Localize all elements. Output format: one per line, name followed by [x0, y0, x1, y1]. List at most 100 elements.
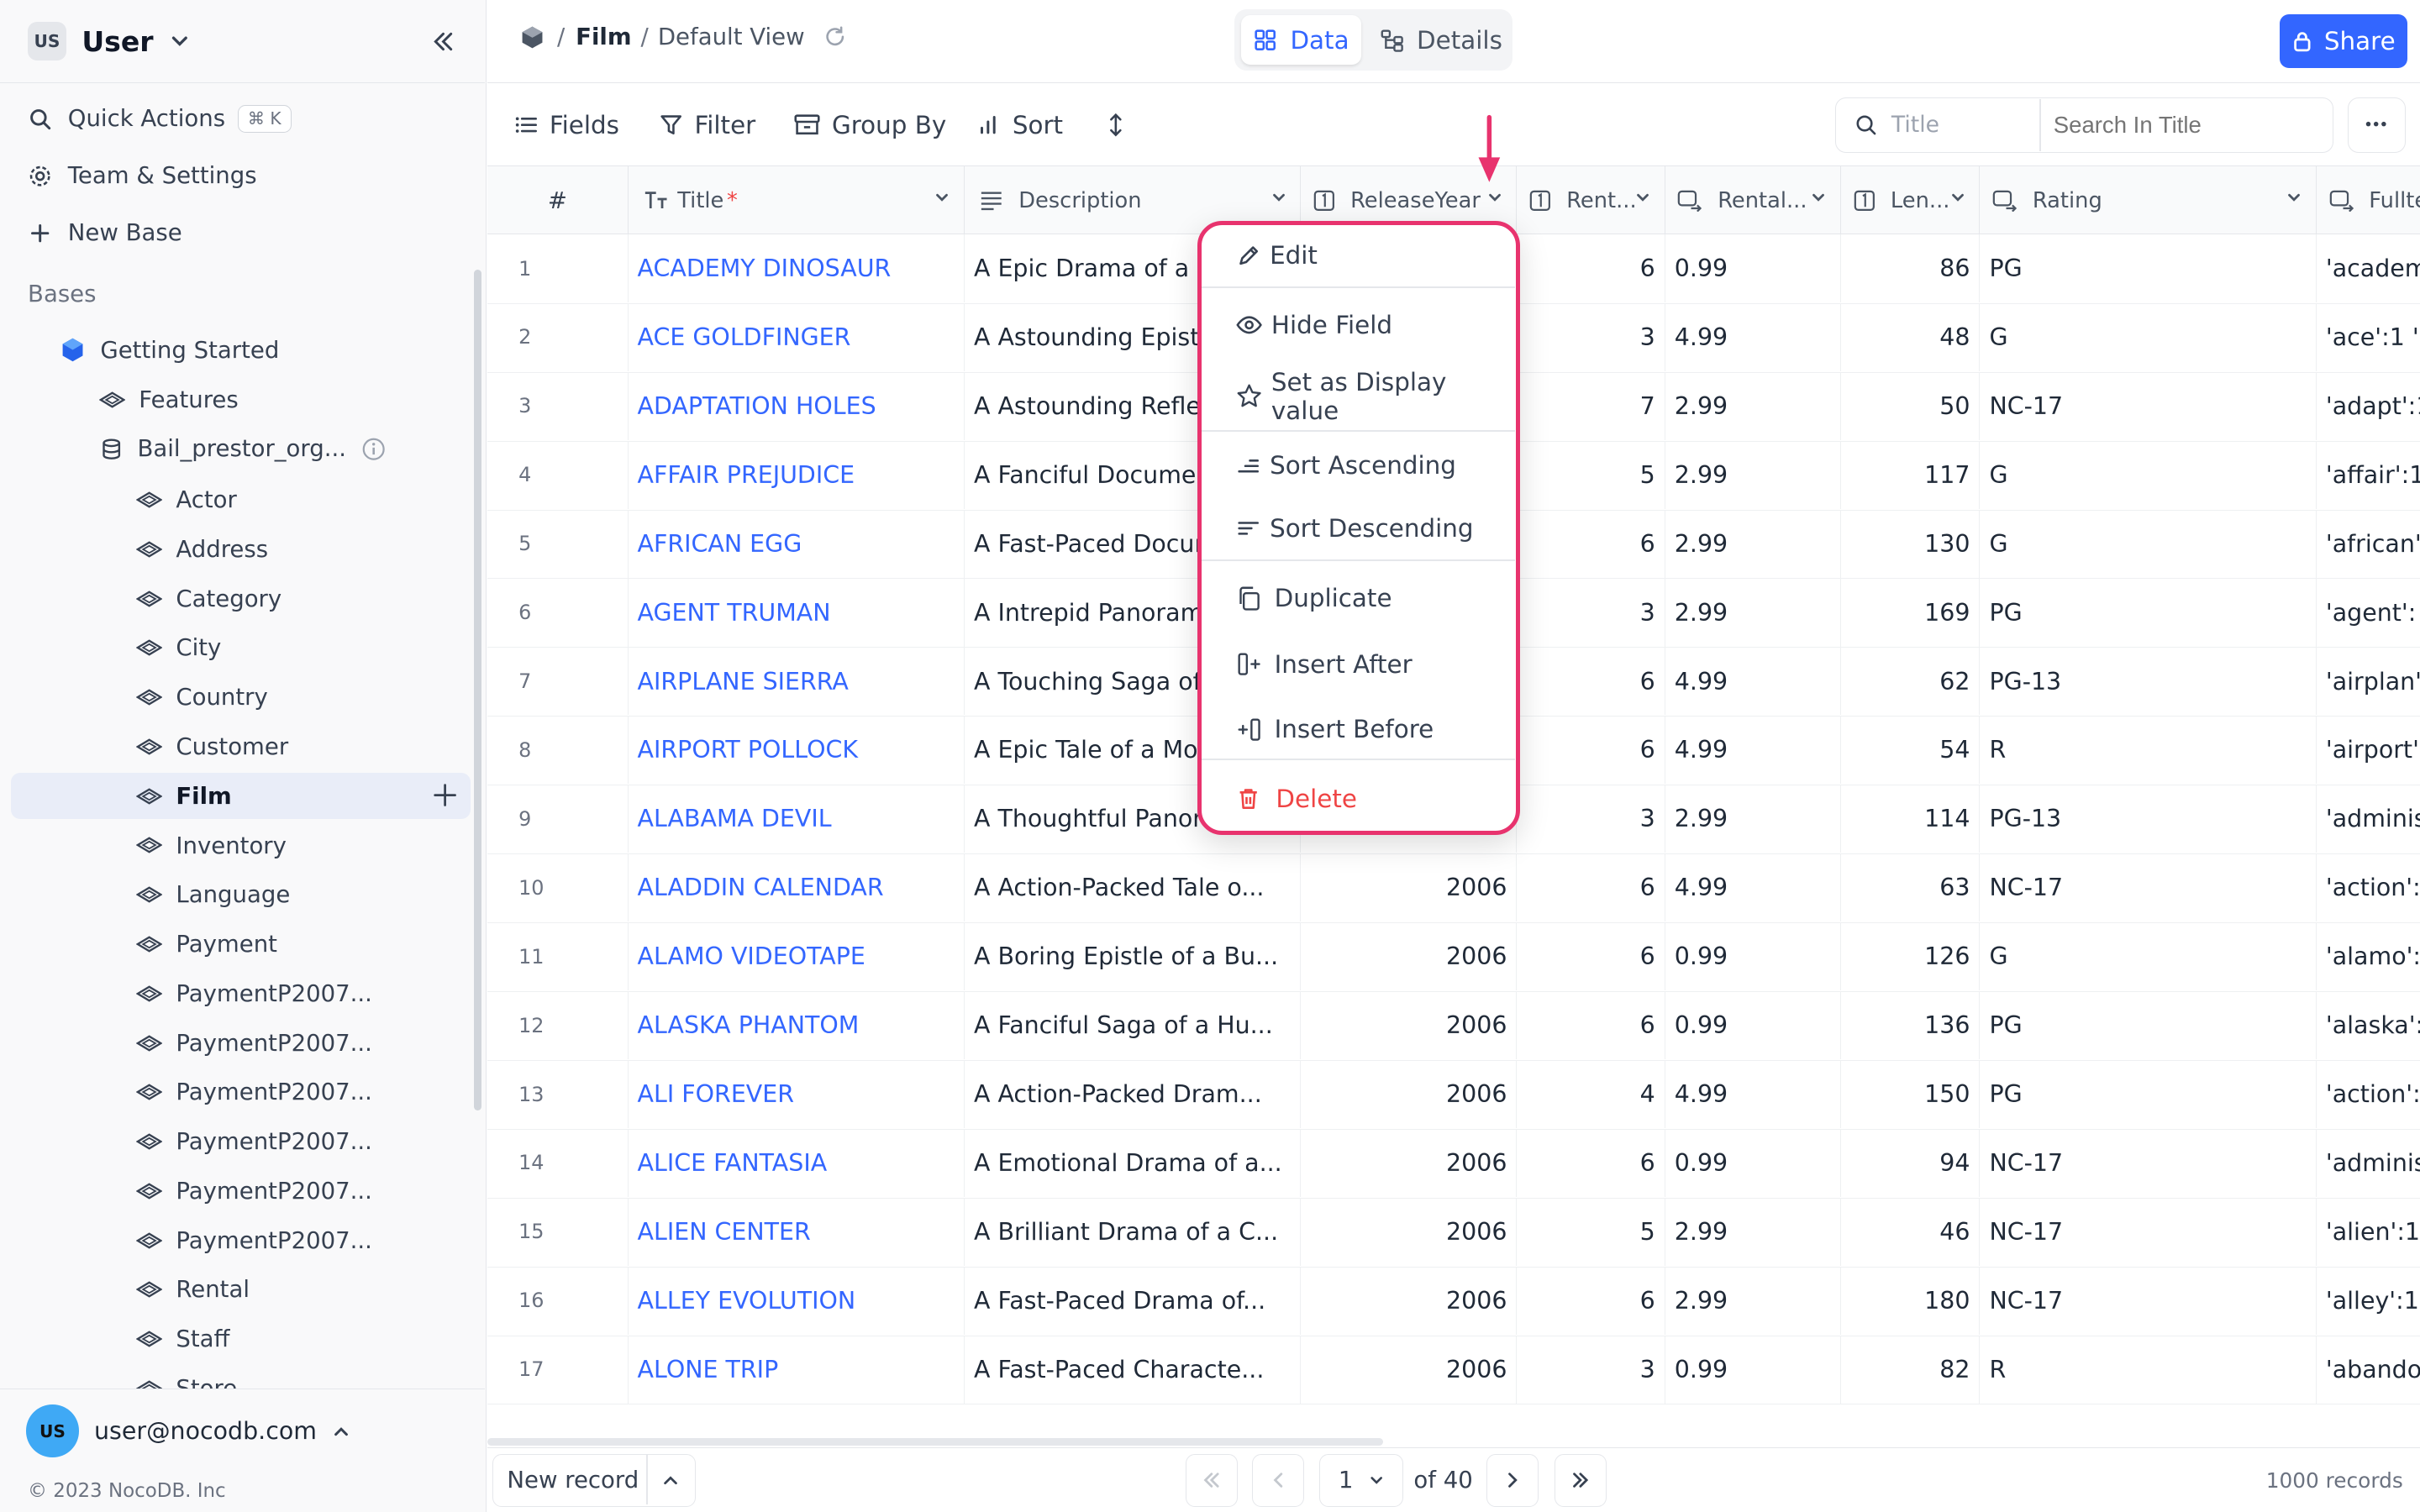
table-row[interactable]: 11 ALAMO VIDEOTAPE A Boring Epistle of a B… — [487, 922, 2420, 992]
sidebar-item-film[interactable]: Film — [135, 774, 232, 817]
releaseyear-cell[interactable]: 2006 — [1301, 1198, 1518, 1266]
fulltext-cell[interactable]: 'adapt':1 — [2317, 372, 2420, 440]
fulltext-cell[interactable]: 'ace':1 'a — [2317, 303, 2420, 371]
menu-item-hide-field[interactable]: Hide Field — [1202, 296, 1515, 354]
row-number-cell[interactable]: 13 — [487, 1060, 629, 1128]
chevron-down-icon[interactable] — [1634, 188, 1652, 207]
length-cell[interactable]: 180 — [1841, 1266, 1981, 1335]
rental-duration-cell[interactable]: 4 — [1517, 1060, 1665, 1128]
row-number-cell[interactable]: 11 — [487, 922, 629, 991]
rental-rate-cell[interactable]: 2.99 — [1665, 1266, 1842, 1335]
row-number-cell[interactable]: 14 — [487, 1129, 629, 1197]
title-cell[interactable]: ADAPTATION HOLES — [629, 372, 965, 440]
rental-rate-cell[interactable]: 2.99 — [1665, 509, 1842, 578]
first-page-button[interactable] — [1185, 1454, 1239, 1507]
length-cell[interactable]: 54 — [1841, 716, 1981, 785]
rental-duration-cell[interactable]: 6 — [1517, 991, 1665, 1060]
row-height-button[interactable] — [1105, 105, 1127, 145]
rental-rate-cell[interactable]: 0.99 — [1665, 922, 1842, 991]
rental-rate-cell[interactable]: 4.99 — [1665, 647, 1842, 716]
description-cell[interactable]: A Action-Packed Tale o... — [965, 853, 1302, 922]
rental-duration-cell[interactable]: 3 — [1517, 1335, 1665, 1404]
more-options-button[interactable] — [2347, 97, 2407, 153]
title-cell[interactable]: ALI FOREVER — [629, 1060, 965, 1128]
sidebar-item-payment[interactable]: Payment — [135, 922, 277, 965]
prev-page-button[interactable] — [1251, 1454, 1304, 1507]
length-cell[interactable]: 63 — [1841, 853, 1981, 922]
add-table-icon[interactable] — [432, 782, 458, 808]
length-cell[interactable]: 136 — [1841, 991, 1981, 1060]
chevron-down-icon[interactable] — [1486, 188, 1504, 207]
fulltext-cell[interactable]: 'adminis — [2317, 785, 2420, 853]
description-cell[interactable]: A Action-Packed Dram... — [965, 1060, 1302, 1128]
menu-item-sort-ascending[interactable]: Sort Ascending — [1202, 436, 1515, 495]
row-number-cell[interactable]: 4 — [487, 440, 629, 509]
page-select[interactable]: 1 — [1319, 1454, 1403, 1507]
row-number-cell[interactable]: 6 — [487, 578, 629, 647]
last-page-button[interactable] — [1554, 1454, 1607, 1507]
fulltext-cell[interactable]: 'alamo': — [2317, 922, 2420, 990]
chevron-down-icon[interactable] — [1270, 188, 1288, 207]
rental-rate-cell[interactable]: 2.99 — [1665, 372, 1842, 440]
row-number-cell[interactable]: 7 — [487, 647, 629, 716]
menu-item-insert-after[interactable]: Insert After — [1202, 635, 1515, 694]
sidebar-scrollbar[interactable] — [473, 270, 482, 1111]
length-cell[interactable]: 150 — [1841, 1060, 1981, 1128]
sidebar-item-staff[interactable]: Staff — [135, 1318, 230, 1361]
fulltext-cell[interactable]: 'airplan': — [2317, 648, 2420, 716]
title-cell[interactable]: ALADDIN CALENDAR — [629, 853, 965, 922]
rating-cell[interactable]: R — [1980, 716, 2317, 785]
fulltext-cell[interactable]: 'academ — [2317, 234, 2420, 302]
table-row[interactable]: 14 ALICE FANTASIA A Emotional Drama of a..… — [487, 1129, 2420, 1199]
title-cell[interactable]: ALASKA PHANTOM — [629, 991, 965, 1060]
length-cell[interactable]: 62 — [1841, 647, 1981, 716]
search-input[interactable] — [2053, 111, 2316, 139]
table-row[interactable]: 15 ALIEN CENTER A Brilliant Drama of a C..… — [487, 1198, 2420, 1268]
rental-rate-cell[interactable]: 0.99 — [1665, 234, 1842, 302]
breadcrumb-table[interactable]: Film — [576, 24, 631, 50]
length-cell[interactable]: 114 — [1841, 785, 1981, 853]
length-cell[interactable]: 86 — [1841, 234, 1981, 302]
rental-rate-cell[interactable]: 2.99 — [1665, 785, 1842, 853]
title-cell[interactable]: AFRICAN EGG — [629, 509, 965, 578]
tab-data[interactable]: Data — [1240, 15, 1361, 66]
horizontal-scrollbar[interactable] — [487, 1437, 1383, 1446]
title-cell[interactable]: AIRPORT POLLOCK — [629, 716, 965, 785]
description-cell[interactable]: A Fast-Paced Characte... — [965, 1335, 1302, 1404]
title-cell[interactable]: ALONE TRIP — [629, 1335, 965, 1404]
fulltext-cell[interactable]: 'airport': — [2317, 717, 2420, 785]
fulltext-cell[interactable]: 'alien':1 — [2317, 1198, 2420, 1266]
rating-cell[interactable]: NC-17 — [1980, 853, 2317, 922]
new-record-button[interactable]: New record — [492, 1454, 697, 1507]
rating-cell[interactable]: G — [1980, 509, 2317, 578]
sidebar-item-customer[interactable]: Customer — [135, 725, 288, 768]
length-cell[interactable]: 117 — [1841, 440, 1981, 509]
releaseyear-cell[interactable]: 2006 — [1301, 1266, 1518, 1335]
column-header-fulltext[interactable]: Fullte — [2317, 166, 2420, 234]
fulltext-cell[interactable]: 'alaska': — [2317, 991, 2420, 1059]
rental-duration-cell[interactable]: 6 — [1517, 1129, 1665, 1197]
row-number-cell[interactable]: 9 — [487, 785, 629, 853]
table-row[interactable]: 17 ALONE TRIP A Fast-Paced Characte... 2006… — [487, 1335, 2420, 1405]
rating-cell[interactable]: NC-17 — [1980, 1198, 2317, 1266]
rental-rate-cell[interactable]: 4.99 — [1665, 716, 1842, 785]
rental-duration-cell[interactable]: 3 — [1517, 578, 1665, 647]
title-cell[interactable]: ALAMO VIDEOTAPE — [629, 922, 965, 991]
menu-item-edit[interactable]: Edit — [1202, 226, 1515, 285]
tab-details[interactable]: Details — [1367, 15, 1509, 65]
rental-duration-cell[interactable]: 5 — [1517, 1198, 1665, 1266]
rental-duration-cell[interactable]: 6 — [1517, 234, 1665, 302]
rental-rate-cell[interactable]: 2.99 — [1665, 578, 1842, 647]
fields-button[interactable]: Fields — [514, 105, 619, 145]
menu-item-duplicate[interactable]: Duplicate — [1202, 569, 1515, 627]
menu-item-sort-descending[interactable]: Sort Descending — [1202, 500, 1515, 559]
fulltext-cell[interactable]: 'adminis — [2317, 1129, 2420, 1197]
rating-cell[interactable]: G — [1980, 922, 2317, 991]
fulltext-cell[interactable]: 'alley':1 — [2317, 1267, 2420, 1335]
row-number-cell[interactable]: 1 — [487, 234, 629, 302]
row-number-cell[interactable]: 10 — [487, 853, 629, 922]
sidebar-item-city[interactable]: City — [135, 627, 221, 669]
length-cell[interactable]: 130 — [1841, 509, 1981, 578]
column-header-rental-rate[interactable]: Rental... — [1665, 166, 1842, 235]
sidebar-item-paymentp2007[interactable]: PaymentP2007... — [135, 972, 372, 1015]
